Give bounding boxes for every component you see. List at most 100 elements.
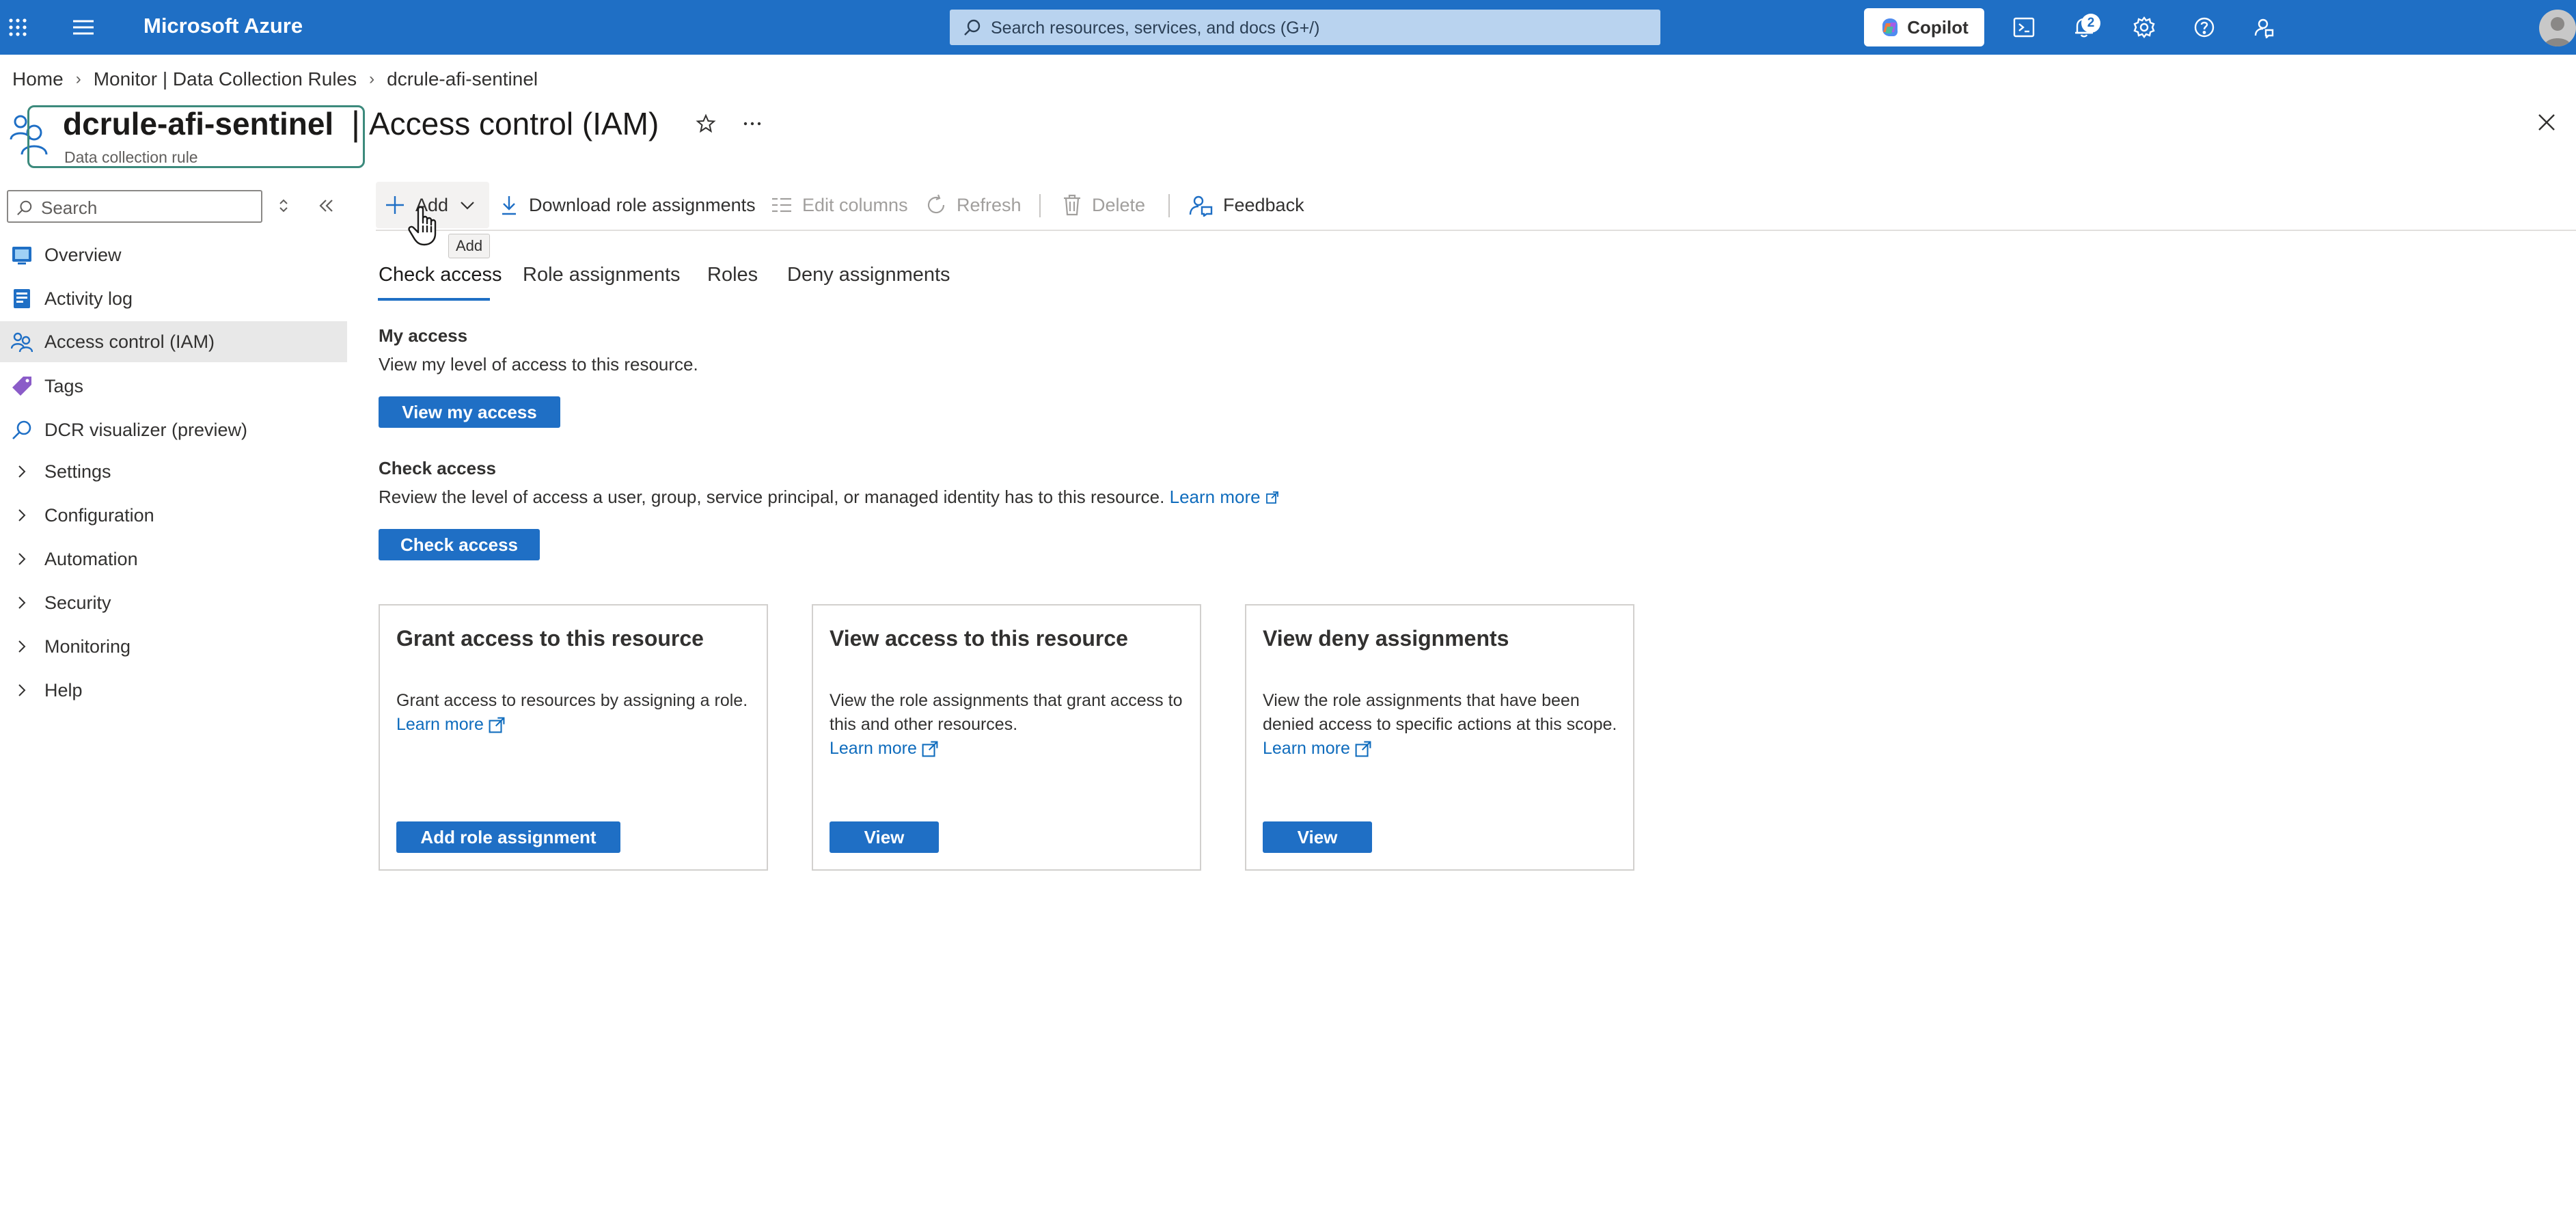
trash-icon (1064, 194, 1080, 216)
copilot-icon (1882, 18, 1898, 36)
favorite-star-icon[interactable] (696, 113, 716, 134)
sidebar-group-label: Automation (44, 549, 138, 569)
card-description-block: View the role assignments that grant acc… (830, 689, 1185, 761)
sidebar-group-help[interactable]: Help (0, 670, 347, 711)
external-link-icon (1355, 741, 1371, 757)
title-separator: | (351, 105, 360, 143)
feedback-button[interactable]: Feedback (1189, 187, 1304, 223)
sidebar-search-input[interactable]: Search (7, 190, 262, 223)
add-role-assignment-button[interactable]: Add role assignment (396, 821, 620, 853)
sidebar-item-access-control[interactable]: Access control (IAM) (0, 321, 347, 362)
card-description-block: View the role assignments that have been… (1263, 689, 1618, 761)
check-access-description-row: Review the level of access a user, group… (379, 487, 1279, 508)
card-learn-more-link[interactable]: Learn more (1263, 737, 1372, 761)
page-title: Access control (IAM) (369, 106, 659, 141)
view-access-card: View access to this resource View the ro… (812, 604, 1201, 871)
card-learn-more-link[interactable]: Learn more (396, 713, 506, 737)
my-access-heading: My access (379, 325, 468, 346)
copilot-button[interactable]: Copilot (1864, 8, 1984, 46)
sidebar-item-overview[interactable]: Overview (0, 234, 347, 275)
tag-icon (11, 375, 33, 397)
check-access-learn-more-link[interactable]: Learn more (1170, 487, 1279, 507)
search-icon (963, 18, 981, 36)
sort-toggle-icon[interactable] (273, 195, 294, 216)
breadcrumb-current-resource[interactable]: dcrule-afi-sentinel (387, 68, 538, 90)
top-navigation-bar: Microsoft Azure Search resources, servic… (0, 0, 2576, 55)
activity-log-icon (11, 288, 33, 310)
card-description: View the role assignments that grant acc… (830, 691, 1183, 734)
check-access-description: Review the level of access a user, group… (379, 487, 1165, 507)
more-options-icon[interactable] (742, 113, 763, 134)
external-link-icon (1265, 491, 1278, 504)
app-title[interactable]: Microsoft Azure (143, 14, 303, 38)
edit-columns-button[interactable]: Edit columns (771, 187, 908, 223)
sidebar-item-label: Activity log (44, 288, 133, 309)
sidebar-item-label: Access control (IAM) (44, 331, 215, 352)
hand-pointer-cursor-icon (406, 205, 444, 247)
learn-more-label: Learn more (1169, 487, 1261, 507)
sidebar-group-monitoring[interactable]: Monitoring (0, 626, 347, 667)
sidebar-item-label: Tags (44, 376, 84, 396)
sidebar-group-automation[interactable]: Automation (0, 539, 347, 580)
check-access-button[interactable]: Check access (379, 529, 540, 560)
sidebar-item-tags[interactable]: Tags (0, 366, 347, 407)
card-title: View access to this resource (830, 626, 1128, 651)
user-avatar[interactable] (2539, 10, 2576, 46)
breadcrumb-monitor-dcr[interactable]: Monitor | Data Collection Rules (94, 68, 357, 90)
sidebar-search-placeholder: Search (41, 198, 98, 218)
app-launcher-icon[interactable] (1, 11, 34, 44)
view-role-assignments-button[interactable]: View (830, 821, 939, 853)
view-my-access-button[interactable]: View my access (379, 396, 560, 428)
tab-check-access[interactable]: Check access (379, 264, 502, 286)
plus-icon (386, 196, 404, 214)
sidebar-group-settings[interactable]: Settings (0, 451, 347, 492)
card-description: Grant access to resources by assigning a… (396, 691, 748, 710)
global-search-input[interactable]: Search resources, services, and docs (G+… (950, 10, 1660, 45)
download-role-assignments-label: Download role assignments (529, 194, 756, 215)
sidebar-item-activity-log[interactable]: Activity log (0, 278, 347, 319)
external-link-icon (922, 741, 938, 757)
view-deny-assignments-button[interactable]: View (1263, 821, 1372, 853)
close-icon[interactable] (2536, 112, 2557, 133)
card-description: View the role assignments that have been… (1263, 691, 1617, 734)
card-learn-more-link[interactable]: Learn more (830, 737, 939, 761)
sidebar-group-security[interactable]: Security (0, 582, 347, 623)
tab-deny-assignments[interactable]: Deny assignments (787, 264, 950, 286)
card-description-block: Grant access to resources by assigning a… (396, 689, 752, 737)
resource-type-subtitle: Data collection rule (64, 148, 198, 166)
help-icon[interactable] (2188, 11, 2221, 44)
command-bar-divider (376, 230, 2576, 231)
breadcrumb-home[interactable]: Home (12, 68, 64, 90)
card-title: Grant access to this resource (396, 626, 704, 651)
delete-label: Delete (1092, 194, 1146, 215)
sidebar-group-label: Settings (44, 461, 111, 482)
sidebar-item-dcr-visualizer[interactable]: DCR visualizer (preview) (0, 409, 347, 450)
active-tab-indicator (378, 298, 490, 301)
tab-roles[interactable]: Roles (707, 264, 758, 286)
feedback-icon[interactable] (2248, 11, 2281, 44)
chevron-down-icon (461, 202, 474, 210)
sidebar-item-label: Overview (44, 245, 122, 265)
tab-role-assignments[interactable]: Role assignments (523, 264, 681, 286)
search-icon (11, 419, 33, 441)
sidebar-group-configuration[interactable]: Configuration (0, 495, 347, 536)
download-role-assignments-button[interactable]: Download role assignments (499, 187, 756, 223)
feedback-icon (1189, 195, 1213, 217)
command-separator (1168, 194, 1170, 217)
refresh-button[interactable]: Refresh (925, 187, 1022, 223)
sidebar-item-label: DCR visualizer (preview) (44, 420, 248, 440)
refresh-icon (927, 194, 945, 214)
chevron-right-icon (11, 504, 33, 526)
chevron-right-icon (11, 461, 33, 482)
delete-button[interactable]: Delete (1062, 187, 1145, 223)
collapse-sidebar-icon[interactable] (316, 195, 336, 216)
feedback-label: Feedback (1223, 194, 1304, 215)
search-icon (16, 200, 33, 216)
chevron-right-icon (11, 592, 33, 614)
cloud-shell-icon[interactable] (2008, 11, 2040, 44)
card-title: View deny assignments (1263, 626, 1509, 651)
settings-gear-icon[interactable] (2128, 11, 2161, 44)
hamburger-menu-icon[interactable] (67, 11, 100, 44)
sidebar-group-label: Security (44, 593, 111, 613)
refresh-label: Refresh (957, 194, 1022, 215)
